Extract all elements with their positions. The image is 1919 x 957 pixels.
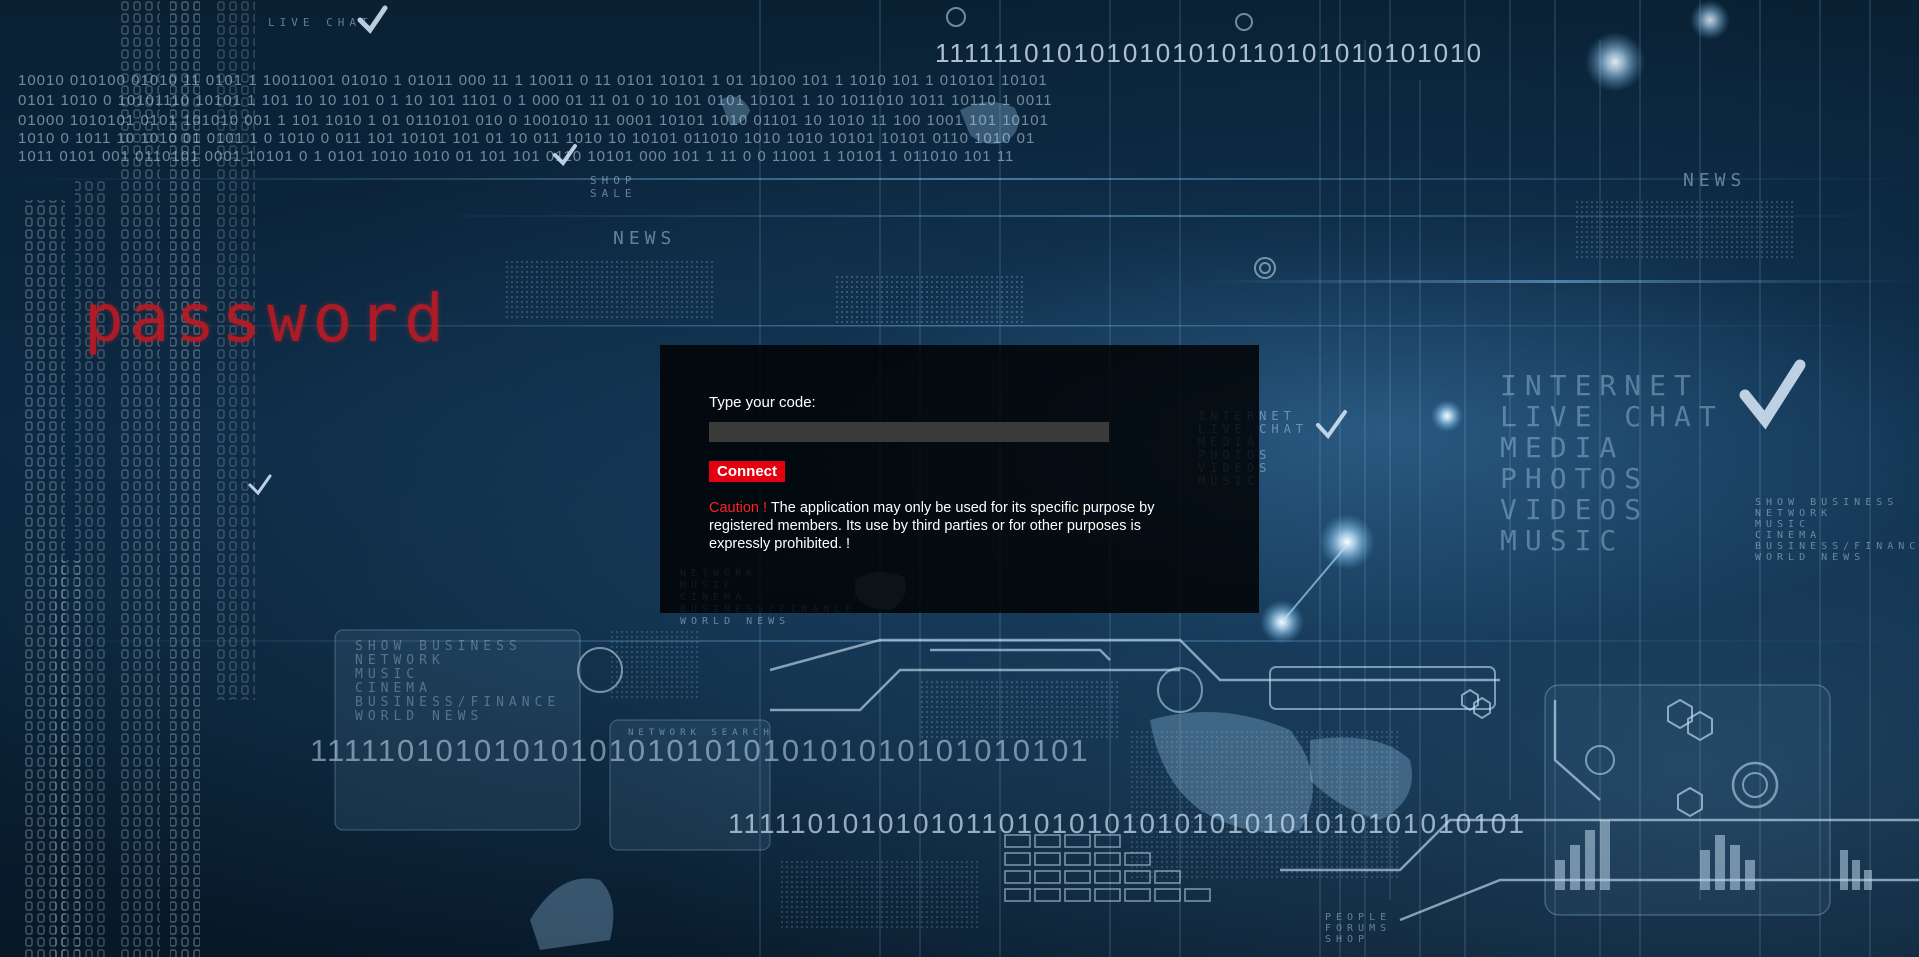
internet-menu-large: INTERNET LIVE CHAT MEDIA PHOTOS VIDEOS M… <box>1500 369 1724 557</box>
topics-left: SHOW BUSINESS NETWORK MUSIC CINEMA BUSIN… <box>355 639 561 724</box>
glowing-orb <box>1319 514 1375 570</box>
caution-label: Caution ! <box>709 500 768 516</box>
glowing-orb <box>1690 0 1730 40</box>
binary-row: 0101 1010 0 10101110 10101 1 101 10 10 1… <box>18 92 1053 109</box>
code-input[interactable] <box>709 422 1109 442</box>
glow-line <box>1200 280 1919 283</box>
network-search-label: NETWORK SEARCH <box>628 728 774 738</box>
password-headline: password <box>84 280 450 357</box>
dot-matrix <box>780 860 980 930</box>
dot-matrix <box>1575 200 1795 260</box>
binary-row: 1111110101010101010110101010101010 <box>935 38 1484 68</box>
binary-row: 1111101010101011010101010101010101010101… <box>728 808 1526 839</box>
binary-row: 1011 0101 001 0110101 0001 10101 0 1 010… <box>18 148 1015 165</box>
shop-sale-label: SHOP SALE <box>590 174 637 200</box>
live-chat-label: LIVE CHAT <box>268 16 373 29</box>
glowing-orb <box>1431 400 1463 432</box>
login-panel: Type your code: Connect Caution ! The ap… <box>660 345 1259 613</box>
notice-text: The application may only be used for its… <box>709 500 1155 552</box>
topics-right: SHOW BUSINESS NETWORK MUSIC CINEMA BUSIN… <box>1755 497 1919 563</box>
binary-row: 01000 1010101 0101 101010 001 1 101 1010… <box>18 112 1049 129</box>
dot-matrix <box>835 275 1025 325</box>
dot-matrix <box>920 680 1120 740</box>
dot-matrix <box>505 260 715 320</box>
news-label: NEWS <box>613 228 677 249</box>
people-forums-label: PEOPLE FORUMS SHOP <box>1325 912 1392 945</box>
binary-row: 1111101010101010101010101010101010101010… <box>310 733 1090 768</box>
hacker-background-stage: 1111110101010101010110101010101010 11111… <box>0 0 1919 957</box>
usage-notice: Caution ! The application may only be us… <box>709 499 1179 553</box>
glow-line <box>0 178 1919 180</box>
dot-matrix <box>610 630 700 700</box>
binary-row: 1010 0 1011 10 1010 01 0101 1 0 1010 0 0… <box>18 130 1036 147</box>
news-label: NEWS <box>1683 170 1747 191</box>
binary-row: 10010 010100 01010 11 0101 1 10011001 01… <box>18 72 1048 89</box>
code-label: Type your code: <box>709 394 816 411</box>
binary-column <box>55 560 80 957</box>
connect-button[interactable]: Connect <box>709 461 785 482</box>
